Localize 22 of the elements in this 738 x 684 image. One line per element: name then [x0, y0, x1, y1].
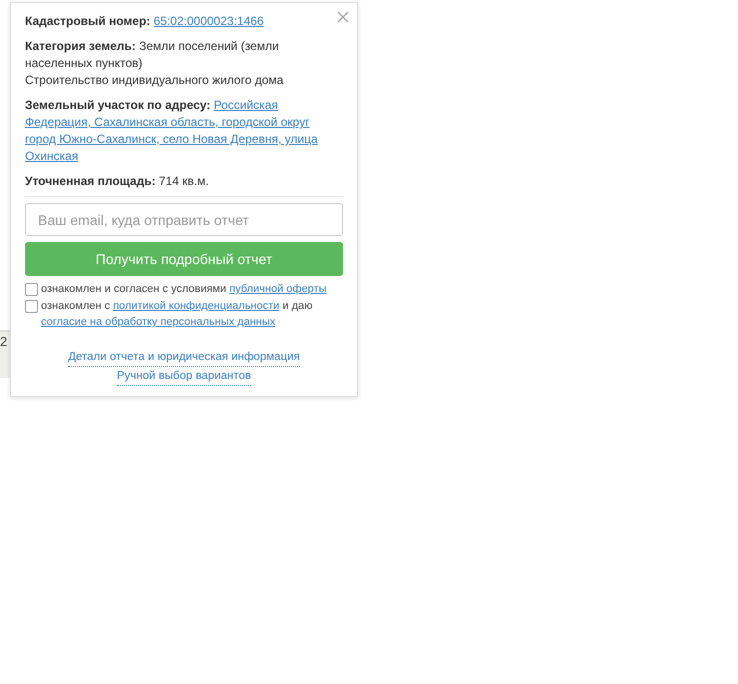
close-icon[interactable] [337, 11, 349, 23]
land-category: Категория земель: Земли поселений (земли населенных пунктов) Строительство индивидуального жилого дома [25, 38, 284, 89]
address-link-line[interactable]: город Южно-Сахалинск, село Новая Деревня, улица [25, 132, 318, 146]
consent-link[interactable]: публичной оферты [229, 283, 327, 295]
consent-link[interactable]: согласие на обработку персональных данных [41, 316, 276, 328]
footer-link[interactable]: Ручной выбор вариантов [116, 367, 252, 386]
land-address: Земельный участок по адресу: Российская Федерация, Сахалинская область, городской округ город Южно-Сахалинск, село Новая Деревня, улица Охинская [25, 97, 319, 165]
consent-text: ознакомлен и согласен с условиями публичной оферты [41, 282, 327, 297]
address-link-line[interactable]: Охинская [25, 149, 78, 163]
cadastral-link[interactable]: 65:02:0000023:1466 [154, 14, 264, 28]
report-button[interactable]: Получить подробный отчет [25, 242, 343, 276]
consent-checkbox[interactable] [25, 300, 38, 313]
cadastral-number: Кадастровый номер: 65:02:0000023:1466 [25, 13, 265, 30]
consent-link[interactable]: политикой конфиденциальности [113, 300, 280, 312]
address-link-line[interactable]: Российская [214, 98, 278, 112]
footer-link[interactable]: Детали отчета и юридическая информация [68, 348, 300, 367]
consent-checkbox[interactable] [25, 283, 38, 296]
map-label: 2 [0, 334, 8, 349]
email-field[interactable]: Ваш email, куда отправить отчет [25, 203, 343, 236]
land-area: Уточненная площадь: 714 кв.м. [25, 173, 343, 190]
address-link-line[interactable]: Федерация, Сахалинская область, городской округ [25, 115, 310, 129]
consent-text: ознакомлен с политикой конфиденциальности и даю согласие на обработку персональных данных [41, 299, 314, 330]
